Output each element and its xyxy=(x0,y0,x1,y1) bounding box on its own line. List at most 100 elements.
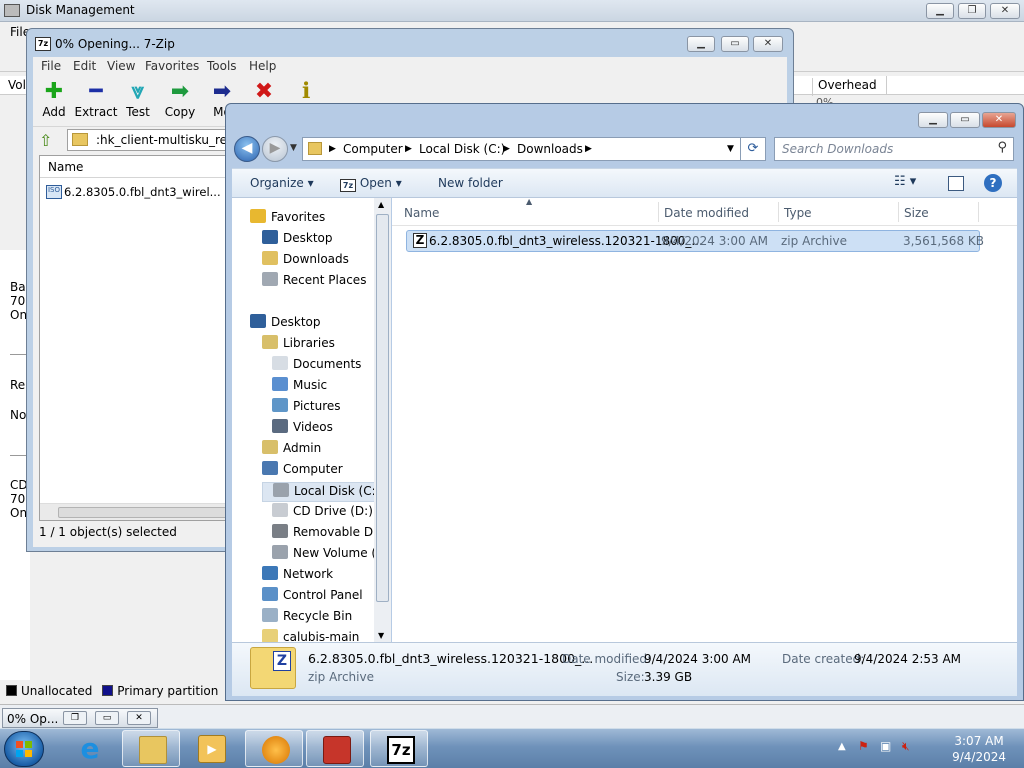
view-options-icon[interactable]: ☷ ▾ xyxy=(894,174,916,189)
recent-pages-chevron-icon[interactable]: ▼ xyxy=(290,143,297,153)
restore-button[interactable]: ❐ xyxy=(958,3,986,19)
explorer-window: ▁ ▭ ✕ ◀ ▶ ▼ ▶ Computer ▶ Local Disk (C:)… xyxy=(225,103,1024,701)
minimize-button[interactable]: ▁ xyxy=(687,36,715,52)
folder-icon xyxy=(72,133,88,146)
nav-item[interactable]: Pictures xyxy=(272,398,341,418)
taskbar-media-player[interactable]: ▶ xyxy=(182,730,240,767)
minimized-task-label: 0% Op... xyxy=(7,712,59,726)
breadcrumb-computer[interactable]: Computer xyxy=(343,142,403,156)
open-button[interactable]: 7z Open ▾ xyxy=(340,176,402,192)
search-input[interactable]: Search Downloads ⚲ xyxy=(774,137,1014,161)
back-button[interactable]: ◀ xyxy=(234,136,260,162)
show-hidden-icons-icon[interactable]: ▲ xyxy=(838,741,846,752)
scroll-up-icon[interactable]: ▲ xyxy=(378,200,384,209)
taskbar-file-explorer[interactable] xyxy=(122,730,180,767)
column-volume[interactable]: Vol xyxy=(8,78,26,92)
test-button[interactable]: ⩔ Test xyxy=(115,79,161,119)
seven-zip-titlebar[interactable]: 7z 0% Opening... 7-Zip ▁ ▭ ✕ xyxy=(27,29,793,57)
forward-button[interactable]: ▶ xyxy=(262,136,288,162)
nav-item[interactable]: CD Drive (D:) T xyxy=(272,503,384,523)
menu-edit[interactable]: Edit xyxy=(73,59,96,73)
nav-item[interactable]: Admin xyxy=(262,440,321,460)
menu-help[interactable]: Help xyxy=(249,59,276,73)
close-button[interactable]: ✕ xyxy=(990,3,1020,19)
volume-muted-icon[interactable]: 🔇︎ xyxy=(902,739,910,754)
minimize-button[interactable]: ▁ xyxy=(926,3,954,19)
nav-item[interactable]: Music xyxy=(272,377,327,397)
mini-maximize-button[interactable]: ▭ xyxy=(95,711,119,725)
network-status-icon[interactable]: ▣ xyxy=(880,739,891,753)
menu-file[interactable]: File xyxy=(41,59,61,73)
nav-item[interactable]: Control Panel xyxy=(262,587,363,607)
nav-item[interactable]: Recycle Bin xyxy=(262,608,352,628)
explorer-titlebar[interactable]: ▁ ▭ ✕ xyxy=(226,104,1023,136)
nav-item[interactable]: Local Disk (C:) xyxy=(262,482,380,502)
nav-item[interactable]: Documents xyxy=(272,356,361,376)
mini-close-button[interactable]: ✕ xyxy=(127,711,151,725)
column-size[interactable]: Size xyxy=(904,206,929,220)
start-button[interactable] xyxy=(4,731,44,767)
extract-button[interactable]: ━ Extract xyxy=(73,79,119,119)
column-name[interactable]: Name xyxy=(48,160,83,174)
nav-item[interactable]: Removable Dis xyxy=(272,524,383,544)
up-folder-icon[interactable]: ⇧ xyxy=(39,131,52,150)
menu-tools[interactable]: Tools xyxy=(207,59,237,73)
maximize-button[interactable]: ▭ xyxy=(721,36,749,52)
nav-item[interactable]: Recent Places xyxy=(262,272,366,292)
new-folder-button[interactable]: New folder xyxy=(438,176,503,190)
address-dropdown-icon[interactable]: ▼ xyxy=(727,144,734,154)
delete-button[interactable]: ✖ xyxy=(241,79,287,105)
search-icon[interactable]: ⚲ xyxy=(997,140,1007,155)
details-pane: Z 6.2.8305.0.fbl_dnt3_wireless.120321-18… xyxy=(232,642,1017,696)
close-button[interactable]: ✕ xyxy=(753,36,783,52)
list-item[interactable]: ISO 6.2.8305.0.fbl_dnt3_wirel... 3 xyxy=(46,184,237,202)
breadcrumb-downloads[interactable]: Downloads xyxy=(517,142,583,156)
scrollbar-thumb[interactable] xyxy=(376,214,389,602)
mini-restore-button[interactable]: ❐ xyxy=(63,711,87,725)
column-type[interactable]: Type xyxy=(784,206,812,220)
file-list-header: Name ▲ Date modified Type Size xyxy=(392,197,1017,226)
breadcrumb-local-disk[interactable]: Local Disk (C:) xyxy=(419,142,505,156)
info-button[interactable]: ℹ xyxy=(283,79,329,105)
add-button[interactable]: ✚ Add xyxy=(31,79,77,119)
minimize-button[interactable]: ▁ xyxy=(918,112,948,128)
nav-item[interactable]: Libraries xyxy=(262,335,335,355)
menu-view[interactable]: View xyxy=(107,59,135,73)
horizontal-scrollbar[interactable] xyxy=(40,503,232,520)
nav-item[interactable]: Desktop xyxy=(250,314,321,334)
column-overhead[interactable]: Overhead xyxy=(812,78,877,96)
taskbar-app[interactable] xyxy=(245,730,303,767)
column-date-modified[interactable]: Date modified xyxy=(664,206,749,220)
nav-item[interactable]: Downloads xyxy=(262,251,349,271)
nav-item[interactable]: Favorites xyxy=(250,209,325,229)
taskbar-internet-explorer[interactable]: e xyxy=(60,730,118,767)
nav-item[interactable]: New Volume (F xyxy=(272,545,383,565)
navigation-pane-scrollbar[interactable]: ▲ ▼ xyxy=(374,198,391,642)
maximize-button[interactable]: ▭ xyxy=(950,112,980,128)
column-name[interactable]: Name xyxy=(404,206,439,220)
refresh-button[interactable]: ⟳ xyxy=(740,137,766,161)
nav-item[interactable]: Desktop xyxy=(262,230,333,250)
help-icon[interactable]: ? xyxy=(984,174,1002,192)
taskbar-computer-management[interactable] xyxy=(306,730,364,767)
scrollbar-thumb[interactable] xyxy=(58,507,228,518)
clock[interactable]: 3:07 AM 9/4/2024 xyxy=(952,733,1006,765)
breadcrumb-separator-icon: ▶ xyxy=(503,144,510,154)
breadcrumb[interactable]: ▶ Computer ▶ Local Disk (C:) ▶ Downloads… xyxy=(302,137,766,161)
nav-item-label: Computer xyxy=(283,462,343,476)
action-center-icon[interactable]: ⚑ xyxy=(858,739,869,753)
disk-management-titlebar[interactable]: Disk Management ▁ ❐ ✕ xyxy=(0,0,1024,22)
nav-item[interactable]: Videos xyxy=(272,419,333,439)
file-row[interactable]: Z 6.2.8305.0.fbl_dnt3_wireless.120321-18… xyxy=(406,230,984,252)
minimized-7zip-task[interactable]: 0% Op... ❐ ▭ ✕ xyxy=(2,708,158,728)
close-button[interactable]: ✕ xyxy=(982,112,1016,128)
preview-pane-icon[interactable] xyxy=(948,176,964,191)
organize-button[interactable]: Organize ▾ xyxy=(250,176,314,190)
nav-item-label: Desktop xyxy=(283,231,333,245)
menu-favorites[interactable]: Favorites xyxy=(145,59,199,73)
taskbar-seven-zip[interactable]: 7z xyxy=(370,730,428,767)
nav-item[interactable]: Computer xyxy=(262,461,343,481)
scroll-down-icon[interactable]: ▼ xyxy=(378,631,384,640)
copy-button[interactable]: ➡ Copy xyxy=(157,79,203,119)
nav-item[interactable]: Network xyxy=(262,566,333,586)
